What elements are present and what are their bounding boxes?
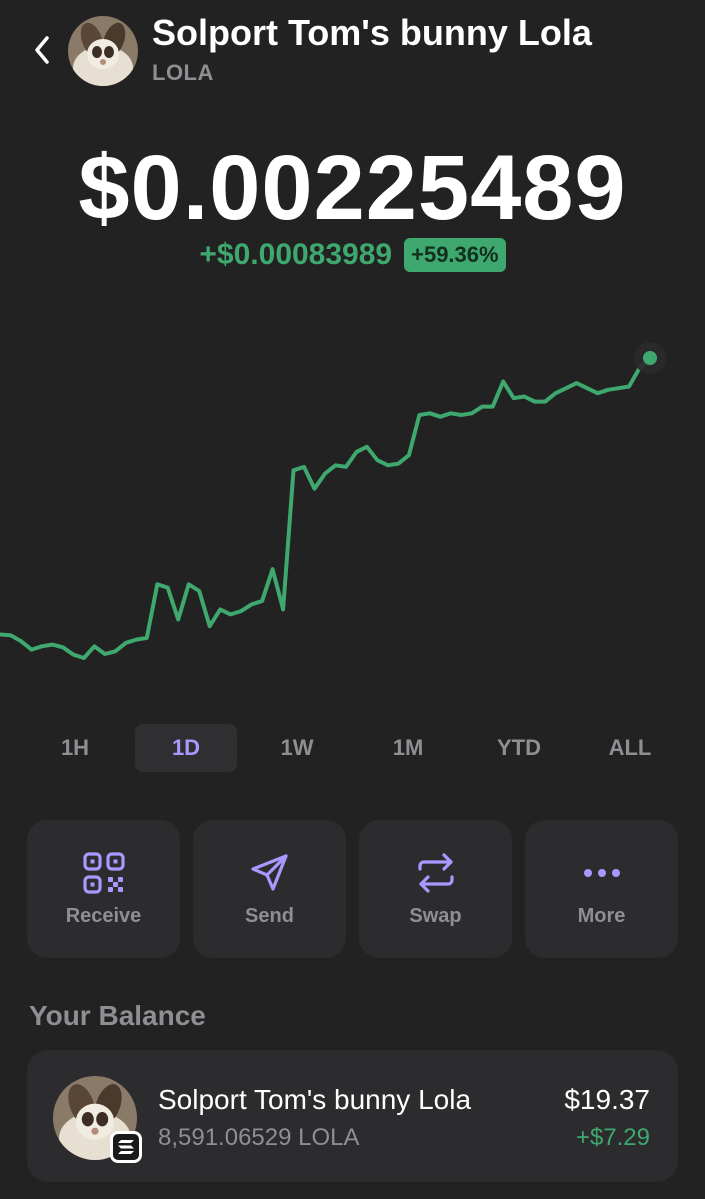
token-ticker: LOLA (152, 60, 214, 85)
swap-button[interactable]: Swap (359, 820, 512, 958)
swap-arrows-icon (414, 851, 458, 895)
balance-usd-value: $19.37 (564, 1084, 650, 1115)
more-dots-icon (580, 851, 624, 895)
balance-heading: Your Balance (29, 1000, 206, 1031)
balance-token-quantity: 8,591.06529 LOLA (158, 1124, 360, 1151)
live-price-dot (643, 351, 657, 365)
send-button[interactable]: Send (193, 820, 346, 958)
solana-icon (110, 1131, 142, 1163)
receive-button[interactable]: Receive (27, 820, 180, 958)
more-label: More (577, 904, 626, 927)
balance-token-name: Solport Tom's bunny Lola (158, 1084, 472, 1115)
current-price: $0.00225489 (78, 137, 627, 239)
price-chart[interactable] (0, 320, 705, 700)
balance-card[interactable]: Solport Tom's bunny Lola 8,591.06529 LOL… (27, 1050, 678, 1182)
header: Solport Tom's bunny Lola LOLA (0, 0, 705, 100)
range-all[interactable]: ALL (579, 724, 681, 772)
balance-token-avatar-wrap (53, 1076, 142, 1163)
time-range-selector: 1H 1D 1W 1M YTD ALL (24, 724, 681, 772)
price-change-amount: +$0.00083989 (199, 238, 393, 271)
range-ytd[interactable]: YTD (468, 724, 570, 772)
balance-usd-change: +$7.29 (575, 1124, 650, 1151)
more-button[interactable]: More (525, 820, 678, 958)
token-avatar (68, 16, 138, 86)
paper-plane-icon (248, 851, 292, 895)
page-title: Solport Tom's bunny Lola (152, 12, 592, 53)
price-change-percent-badge: +59.36% (404, 238, 506, 272)
range-1h[interactable]: 1H (24, 724, 126, 772)
action-buttons: Receive Send Swap More (27, 820, 678, 958)
range-1w[interactable]: 1W (246, 724, 348, 772)
price-change-row: +$0.00083989 +59.36% (0, 238, 705, 272)
swap-label: Swap (409, 904, 462, 927)
back-button[interactable] (24, 30, 60, 70)
receive-label: Receive (65, 904, 142, 927)
qr-code-icon (82, 851, 126, 895)
send-label: Send (245, 904, 294, 927)
price-series-line (0, 356, 652, 660)
chevron-left-icon (35, 36, 49, 64)
range-1d[interactable]: 1D (135, 724, 237, 772)
token-detail-screen: Solport Tom's bunny Lola LOLA $0.0022548… (0, 0, 705, 1199)
range-1m[interactable]: 1M (357, 724, 459, 772)
